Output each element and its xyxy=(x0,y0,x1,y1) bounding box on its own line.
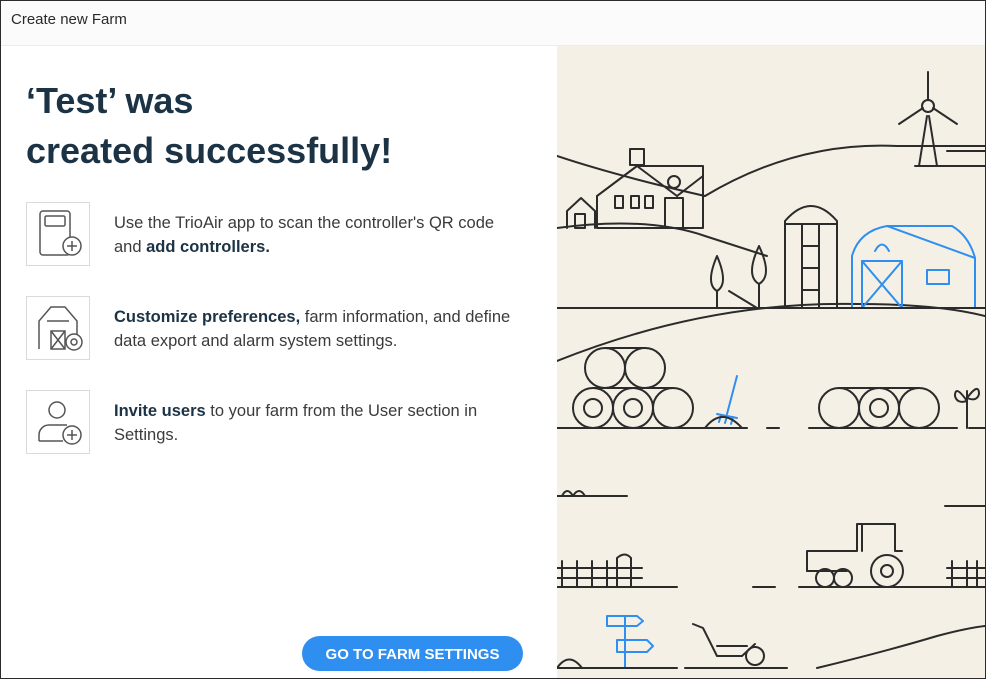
success-panel: ‘Test’ was created successfully! Use the… xyxy=(1,46,557,678)
farm-illustration-panel xyxy=(557,46,985,678)
invite-users-emphasis: Invite users xyxy=(114,402,206,420)
headline-line-2: created successfully! xyxy=(26,130,393,171)
sprout-icon xyxy=(954,387,980,429)
hay-bales-icon xyxy=(572,347,694,429)
farm-illustration xyxy=(557,71,985,669)
step-invite-users-text: Invite users to your farm from the User … xyxy=(114,402,478,444)
add-controllers-emphasis: add controllers. xyxy=(146,238,270,256)
trees-icon xyxy=(710,245,767,309)
tractor-icon xyxy=(806,523,904,588)
go-to-farm-settings-button[interactable]: GO TO FARM SETTINGS xyxy=(302,636,523,671)
step-customize-preferences: Customize preferences, farm information,… xyxy=(26,296,546,360)
customize-preferences-emphasis: Customize preferences, xyxy=(114,308,301,326)
create-farm-dialog: Create new Farm ‘Test’ was created succe… xyxy=(0,0,986,679)
wheelbarrow-icon xyxy=(692,623,765,666)
signpost-icon xyxy=(606,615,654,669)
barn-settings-icon xyxy=(26,296,90,360)
controller-add-icon xyxy=(26,202,90,266)
dialog-title: Create new Farm xyxy=(11,11,127,28)
step-add-controllers: Use the TrioAir app to scan the controll… xyxy=(26,202,546,266)
step-add-controllers-text: Use the TrioAir app to scan the controll… xyxy=(114,214,495,256)
step-customize-text: Customize preferences, farm information,… xyxy=(114,308,511,350)
silo-icon xyxy=(784,205,838,309)
success-headline: ‘Test’ was created successfully! xyxy=(26,76,392,176)
headline-line-1: ‘Test’ was xyxy=(26,80,194,121)
farmhouse-icon xyxy=(566,148,704,229)
blue-barn-icon xyxy=(851,225,976,309)
step-invite-users: Invite users to your farm from the User … xyxy=(26,390,546,454)
fence-icon xyxy=(557,553,985,587)
user-add-icon xyxy=(26,390,90,454)
dialog-titlebar: Create new Farm xyxy=(1,1,985,46)
windmill-icon xyxy=(898,71,985,167)
hay-bales-right-icon xyxy=(818,387,940,429)
